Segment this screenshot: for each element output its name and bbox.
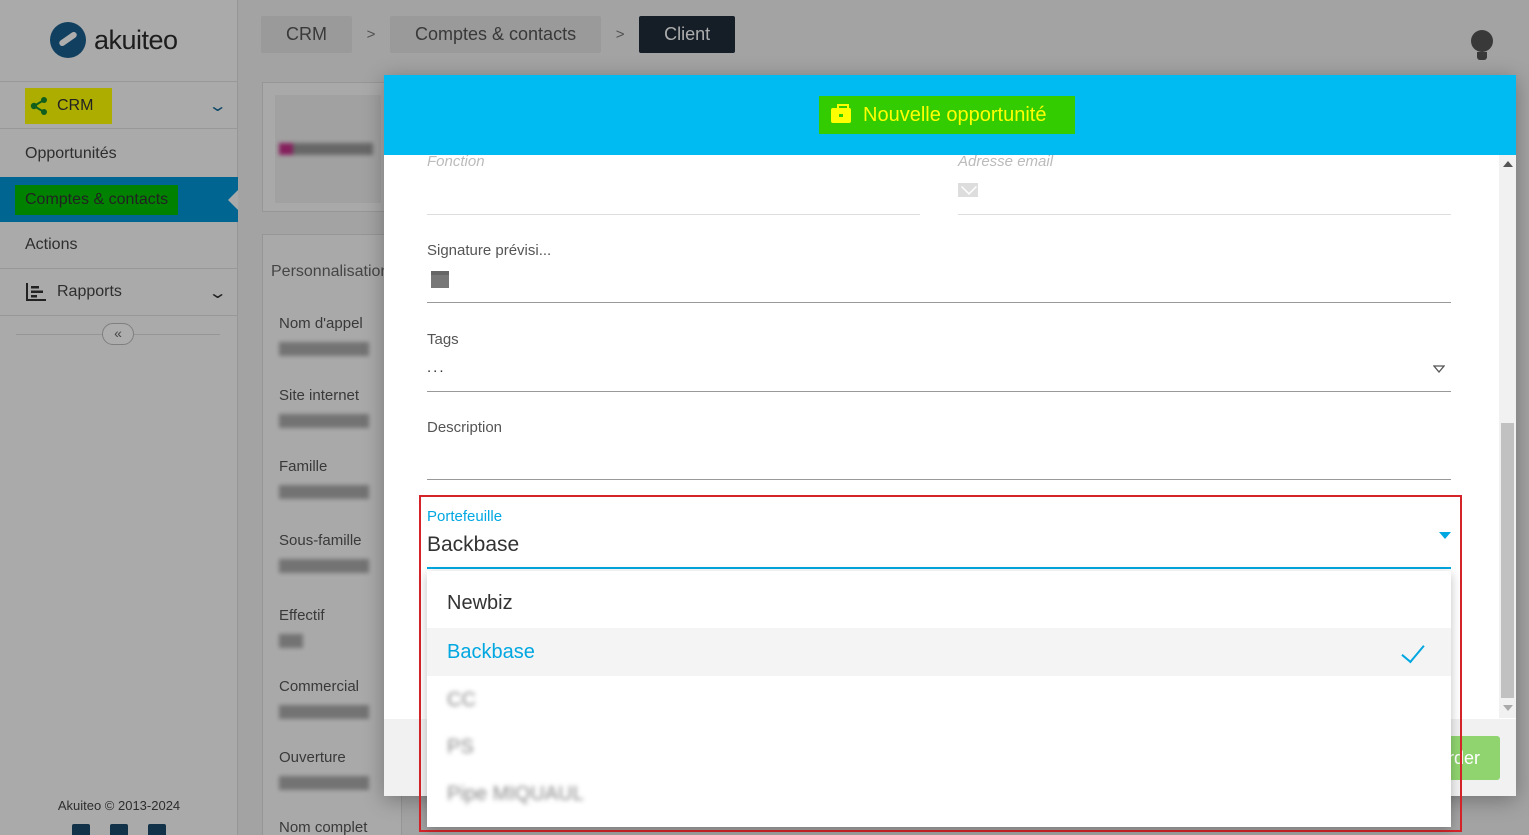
email-field[interactable] [958, 214, 1451, 215]
scroll-down-icon[interactable] [1503, 705, 1513, 711]
portefeuille-select[interactable]: Backbase [427, 533, 519, 557]
signature-label: Signature prévisi... [427, 242, 552, 259]
portefeuille-label: Portefeuille [427, 508, 503, 525]
fonction-field[interactable] [427, 214, 920, 215]
modal-header: Nouvelle opportunité [384, 75, 1516, 155]
option-label: Backbase [447, 640, 535, 663]
email-label: Adresse email [958, 155, 1054, 170]
fonction-label: Fonction [427, 155, 485, 170]
dropdown-option-pipe[interactable]: Pipe MIQUAUL [427, 770, 1451, 818]
dropdown-option-ps[interactable]: PS [427, 723, 1451, 771]
portefeuille-dropdown: Newbiz Backbase CC PS Pipe MIQUAUL [427, 571, 1451, 827]
modal-title: Nouvelle opportunité [863, 103, 1047, 126]
briefcase-icon [831, 103, 851, 123]
envelope-icon [958, 183, 978, 197]
option-label: Pipe MIQUAUL [447, 782, 584, 805]
scroll-thumb[interactable] [1501, 423, 1514, 698]
dropdown-option-backbase[interactable]: Backbase [427, 628, 1451, 676]
calendar-icon[interactable] [431, 271, 449, 288]
option-label: PS [447, 735, 474, 758]
check-icon [1401, 638, 1425, 664]
dropdown-option-cc[interactable]: CC [427, 676, 1451, 724]
option-label: Newbiz [447, 591, 513, 614]
tags-field[interactable] [427, 391, 1451, 392]
signature-date-field[interactable] [427, 302, 1451, 303]
caret-down-icon[interactable] [1439, 532, 1451, 539]
tags-label: Tags [427, 331, 459, 348]
description-label: Description [427, 419, 503, 436]
dropdown-option-newbiz[interactable]: Newbiz [427, 579, 1451, 627]
modal-scrollbar[interactable] [1499, 155, 1516, 718]
option-label: CC [447, 688, 476, 711]
caret-down-icon[interactable] [1433, 365, 1445, 373]
description-field[interactable] [427, 479, 1451, 480]
portefeuille-underline [427, 567, 1451, 569]
scroll-up-icon[interactable] [1503, 161, 1513, 167]
modal-title-highlight: Nouvelle opportunité [819, 96, 1075, 134]
tags-value: ... [427, 359, 446, 376]
